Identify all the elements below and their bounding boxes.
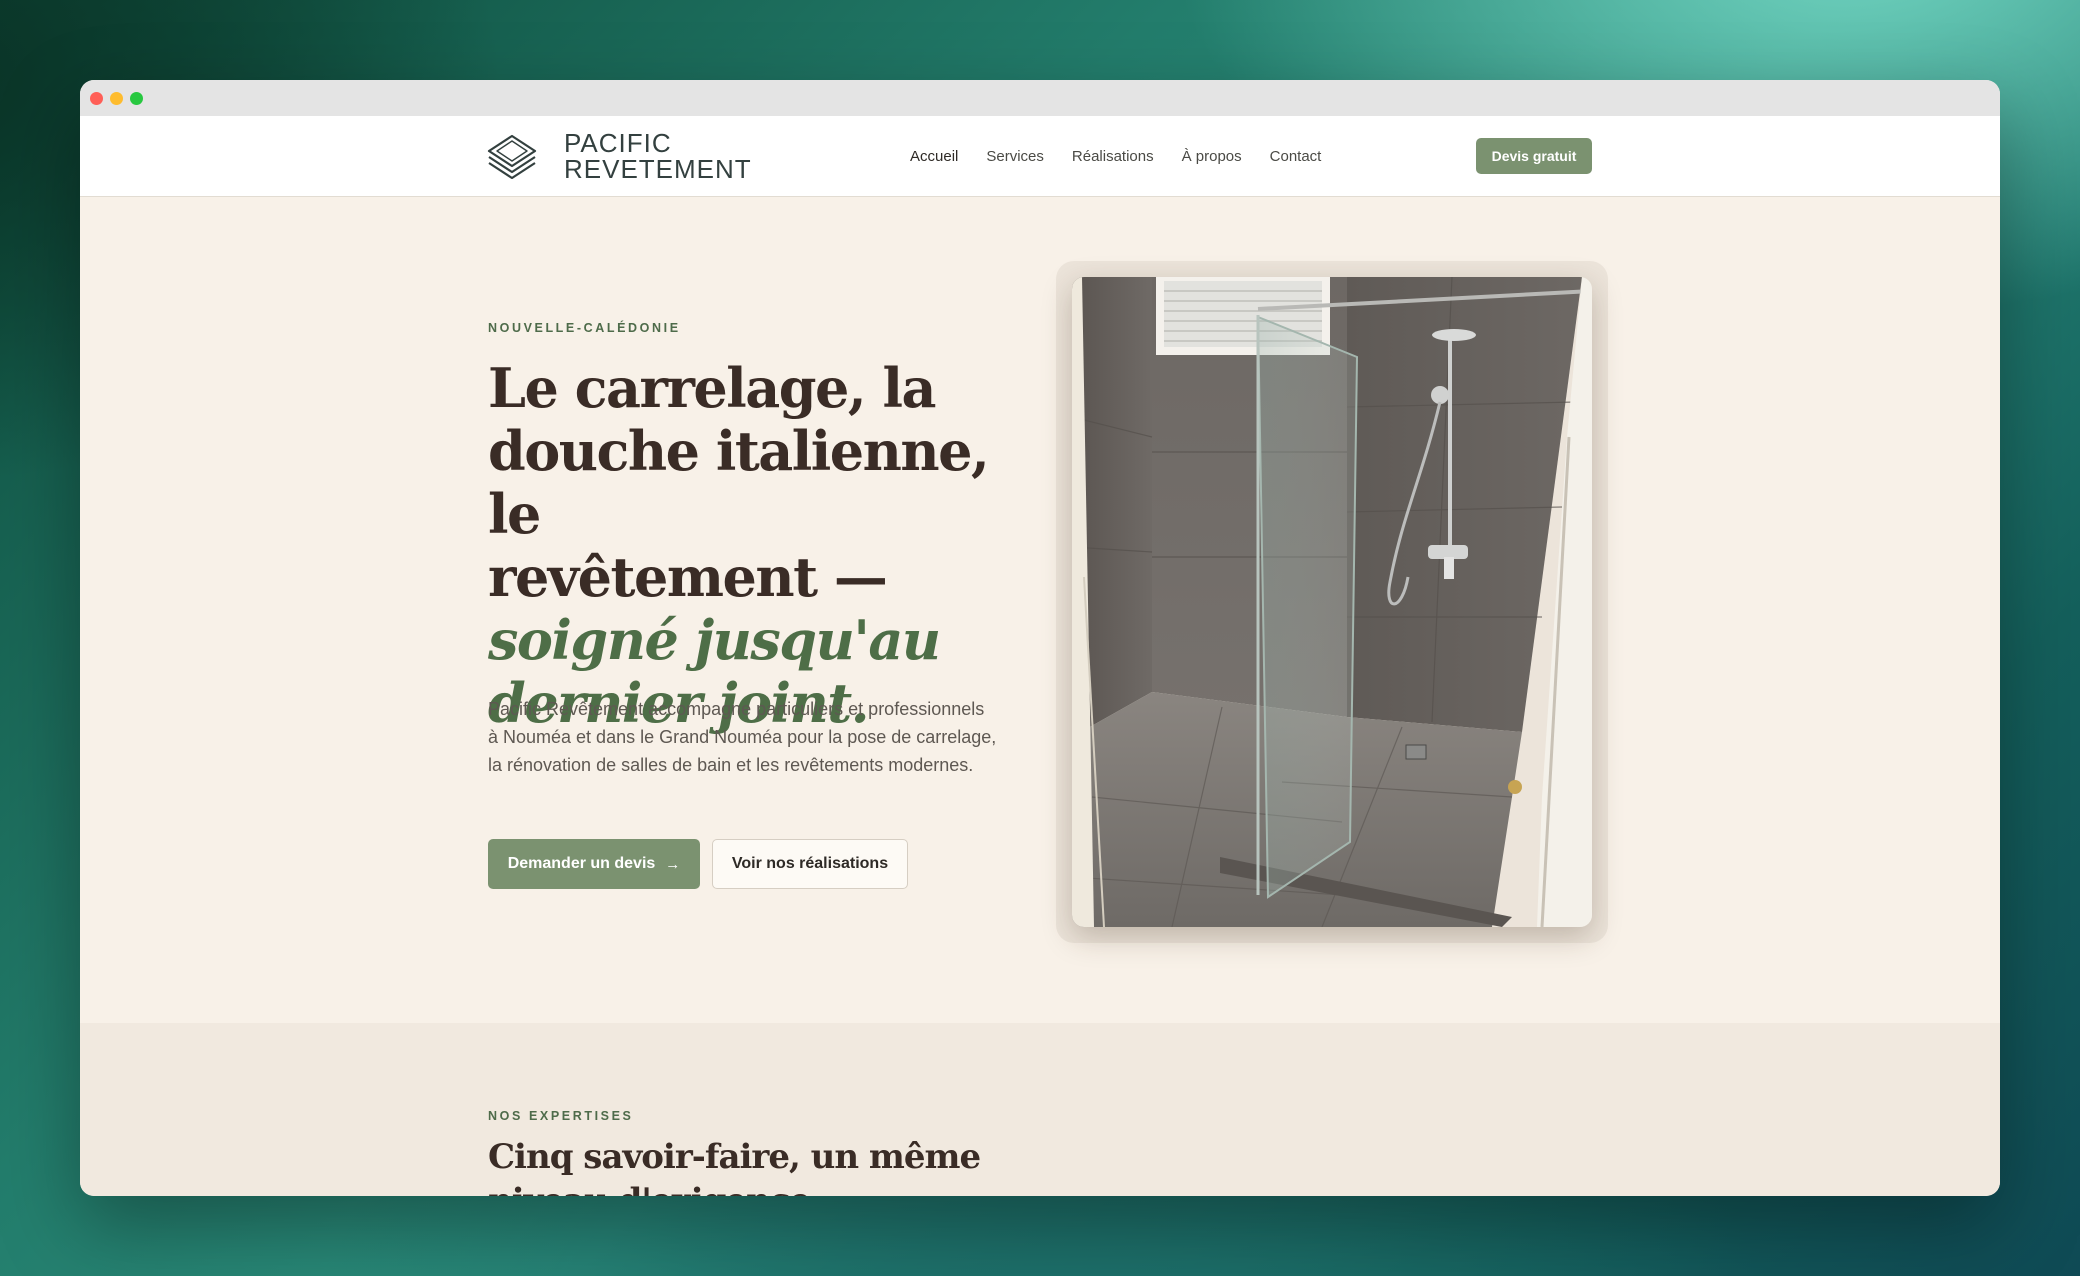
headline-line-1: Le carrelage, la [488,356,936,420]
hero-description: Pacific Revêtement accompagne particulie… [488,699,997,775]
hero-section: NOUVELLE-CALÉDONIE Le carrelage, la douc… [80,197,2000,1023]
browser-window: PACIFIC REVETEMENT Accueil Services Réal… [80,80,2000,1196]
hero-image-frame [1056,261,1608,943]
maximize-window-button[interactable] [130,92,143,105]
request-quote-label: Demander un devis [507,855,656,872]
arrow-right-icon: → [665,855,681,873]
nav-link-a-propos[interactable]: À propos [1182,148,1242,165]
headline-accent-line-1: soigné jusqu'au [488,608,941,672]
layered-tiles-icon [487,134,537,179]
nav-link-realisations[interactable]: Réalisations [1072,148,1154,165]
brand-name-line1: PACIFIC [564,128,672,158]
site-logo[interactable]: PACIFIC REVETEMENT [486,130,752,182]
nav-link-accueil[interactable]: Accueil [910,148,958,165]
hero-headline: Le carrelage, la douche italienne, le re… [488,357,1008,735]
nav-link-services[interactable]: Services [986,148,1044,165]
expertise-eyebrow: NOS EXPERTISES [488,1109,634,1123]
hero-eyebrow: NOUVELLE-CALÉDONIE [488,321,681,335]
headline-line-2: douche italienne, le [488,419,990,546]
nav-link-contact[interactable]: Contact [1270,148,1322,165]
minimize-window-button[interactable] [110,92,123,105]
site-header: PACIFIC REVETEMENT Accueil Services Réal… [80,116,2000,197]
brand-name: PACIFIC REVETEMENT [564,130,752,182]
expertise-title: Cinq savoir-faire, un même niveau d'exig… [488,1137,981,1196]
free-quote-button[interactable]: Devis gratuit [1476,138,1592,174]
close-window-button[interactable] [90,92,103,105]
brand-name-line2: REVETEMENT [564,154,752,184]
main-navigation: Accueil Services Réalisations À propos C… [910,116,1349,196]
walk-in-shower-photo [1072,277,1592,927]
view-projects-button[interactable]: Voir nos réalisations [712,839,908,889]
request-quote-button[interactable]: Demander un devis → [488,839,700,889]
window-titlebar [80,80,2000,117]
expertise-section: NOS EXPERTISES Cinq savoir-faire, un mêm… [80,1023,2000,1196]
shower-illustration [1072,277,1592,927]
headline-line-3: revêtement — [488,545,888,609]
